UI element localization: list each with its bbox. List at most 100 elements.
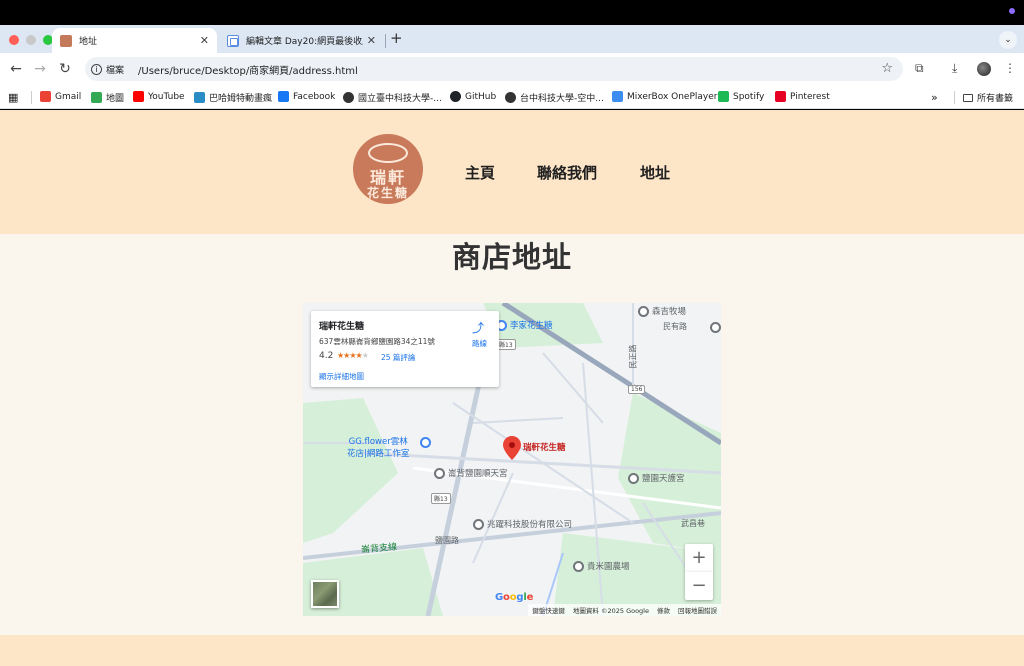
poi-label: 森吉牧場 (652, 307, 687, 317)
bookmark-label: Facebook (293, 91, 336, 102)
tab-edit-article[interactable]: 編輯文章 Day20:網頁最後收尾 ✕ (219, 28, 384, 53)
window-controls (9, 35, 53, 45)
tab-address[interactable]: 地址 ✕ (52, 28, 217, 53)
star-empty-icon: ★ (361, 351, 369, 360)
bookmark-label: Pinterest (790, 91, 830, 102)
address-bar[interactable]: i 檔案 /Users/bruce/Desktop/商家網頁/address.h… (85, 57, 903, 81)
facebook-icon (278, 91, 289, 102)
peanut-illustration-icon (368, 143, 408, 163)
google-map-embed[interactable]: 森吉牧場 民有路 李家花生糖 縣13 民正路 156 GG.flower雲林 花… (303, 303, 721, 616)
youtube-icon (133, 91, 144, 102)
reload-icon[interactable]: ↻ (57, 61, 73, 77)
road-label: 民正路 (628, 344, 638, 369)
road-label: 武昌巷 (681, 519, 705, 528)
forward-arrow-icon[interactable]: → (32, 61, 48, 77)
poi-farm[interactable]: 森吉牧場 (638, 305, 686, 317)
poi-label: 崙背鹽園順天宮 (448, 469, 508, 479)
bookmark-globe[interactable]: 國立臺中科技大學-... (343, 91, 442, 104)
terms-link[interactable]: 條款 (657, 605, 670, 615)
spotify-icon (718, 91, 729, 102)
bookmark-mixerbox[interactable]: MixerBox OnePlayer (612, 91, 717, 102)
more-bookmarks-chevron-icon[interactable]: » (931, 91, 938, 104)
view-larger-map-link[interactable]: 顯示詳細地圖 (319, 371, 364, 382)
poi-flower-pin[interactable] (420, 437, 434, 448)
road-label: 鹽園路 (435, 536, 459, 545)
place-name: 瑞軒花生糖 (319, 322, 365, 332)
status-dot-icon (1009, 8, 1015, 14)
gmail-icon (40, 91, 51, 102)
poi-peanut-shop[interactable]: 李家花生糖 (496, 319, 553, 331)
file-chip: 檔案 (106, 65, 125, 76)
web-page: 瑞軒 花生糖 主頁 聯絡我們 地址 商店地址 森吉牧場 民有路 李家花生糖 縣1… (0, 110, 1024, 666)
poi-label: 貴米園農場 (587, 562, 630, 572)
building-pin-icon (473, 519, 484, 530)
close-window-button[interactable] (9, 35, 19, 45)
tab-search-chevron-icon[interactable]: ⌄ (999, 31, 1017, 49)
reviews-link[interactable]: 25 篇評論 (381, 352, 415, 363)
place-info-card: 瑞軒花生糖 637雲林縣崙背鄉鹽園路34之11號 4.2 ★★★★★ 25 篇評… (311, 311, 499, 387)
info-icon[interactable]: i (91, 63, 102, 75)
close-tab-icon[interactable]: ✕ (367, 34, 376, 47)
bookmark-bahamut[interactable]: 巴哈姆特動畫瘋 (194, 91, 272, 104)
maps-icon (91, 92, 102, 103)
road-badge: 縣13 (431, 493, 451, 504)
bookmark-facebook[interactable]: Facebook (278, 91, 335, 102)
selected-location-marker-icon[interactable] (503, 436, 521, 460)
bookmark-pinterest[interactable]: Pinterest (775, 91, 830, 102)
map-data-text: 地圖資料 ©2025 Google (572, 607, 649, 615)
zoom-out-button[interactable]: − (685, 572, 713, 600)
all-bookmarks-folder[interactable]: 所有書籤 (963, 91, 1013, 104)
directions-icon[interactable]: ⤴ (469, 319, 487, 337)
close-tab-icon[interactable]: ✕ (200, 34, 209, 47)
store-favicon-icon (60, 34, 72, 47)
mixerbox-icon (612, 91, 623, 102)
nav-address[interactable]: 地址 (640, 162, 670, 183)
bookmark-gmail[interactable]: Gmail (40, 91, 81, 102)
keyboard-shortcuts-link[interactable]: 鍵盤快速鍵 (532, 605, 565, 615)
poi-tech-company[interactable]: 兆躍科技股份有限公司 (473, 518, 572, 530)
zoom-in-button[interactable]: + (685, 544, 713, 572)
poi-shop-label[interactable]: 瑞軒花生糖 (523, 441, 566, 453)
minimize-window-button[interactable] (26, 35, 36, 45)
poi-farm[interactable]: 貴米園農場 (573, 560, 630, 572)
bookmark-spotify[interactable]: Spotify (718, 91, 764, 102)
report-error-link[interactable]: 回報地圖錯誤 (678, 605, 717, 615)
bookmark-label: 國立臺中科技大學-... (358, 94, 442, 104)
tab-title: 編輯文章 Day20:網頁最後收尾 (246, 37, 363, 47)
browser-toolbar: ← → ↻ i 檔案 /Users/bruce/Desktop/商家網頁/add… (0, 53, 1024, 85)
poi-flower-shop[interactable]: GG.flower雲林 花店|網路工作室 (347, 435, 409, 459)
bookmark-star-icon[interactable]: ☆ (881, 61, 893, 76)
bookmark-label: 巴哈姆特動畫瘋 (209, 94, 273, 104)
bookmark-github[interactable]: GitHub (450, 91, 496, 102)
store-logo[interactable]: 瑞軒 花生糖 (353, 134, 423, 204)
directions-link[interactable]: 路線 (472, 338, 487, 349)
download-icon[interactable]: ⤓ (952, 61, 957, 76)
menu-kebab-icon[interactable]: ⋮ (1004, 61, 1016, 75)
nav-contact[interactable]: 聯絡我們 (537, 162, 597, 183)
nav-home[interactable]: 主頁 (465, 162, 495, 183)
poi-label: 花店|網路工作室 (347, 449, 410, 459)
profile-avatar[interactable] (977, 62, 991, 76)
poi-temple[interactable]: 崙背鹽園順天宮 (434, 467, 508, 479)
extensions-puzzle-icon[interactable]: ⧉ (915, 61, 924, 76)
poi-temple[interactable]: 鹽園天護宮 (628, 472, 685, 484)
bookmarks-bar: ▦ Gmail 地圖 YouTube 巴哈姆特動畫瘋 Facebook 國立臺中科技大學-… (0, 85, 1024, 109)
bookmark-label: YouTube (148, 91, 185, 102)
poi-label: 鹽園天護宮 (642, 474, 685, 484)
map-attribution-bar: 鍵盤快速鍵 地圖資料 ©2025 Google 條款 回報地圖錯誤 (528, 604, 721, 616)
back-arrow-icon[interactable]: ← (8, 61, 24, 77)
all-bookmarks-label: 所有書籤 (977, 94, 1014, 104)
star-icon: ★★★★ (337, 351, 363, 360)
bookmark-youtube[interactable]: YouTube (133, 91, 185, 102)
document-favicon-icon (227, 34, 239, 47)
road-label: 民有路 (663, 322, 687, 331)
poi-marker[interactable] (710, 322, 721, 333)
globe-icon (343, 92, 354, 103)
bookmark-maps[interactable]: 地圖 (91, 91, 124, 104)
new-tab-plus-icon[interactable]: + (390, 29, 403, 47)
satellite-toggle-button[interactable] (311, 580, 339, 608)
url-text[interactable]: /Users/bruce/Desktop/商家網頁/address.html (138, 62, 358, 77)
bookmark-globe[interactable]: 台中科技大學-空中... (505, 91, 604, 104)
apps-grid-icon[interactable]: ▦ (8, 91, 18, 104)
bahamut-icon (194, 92, 205, 103)
